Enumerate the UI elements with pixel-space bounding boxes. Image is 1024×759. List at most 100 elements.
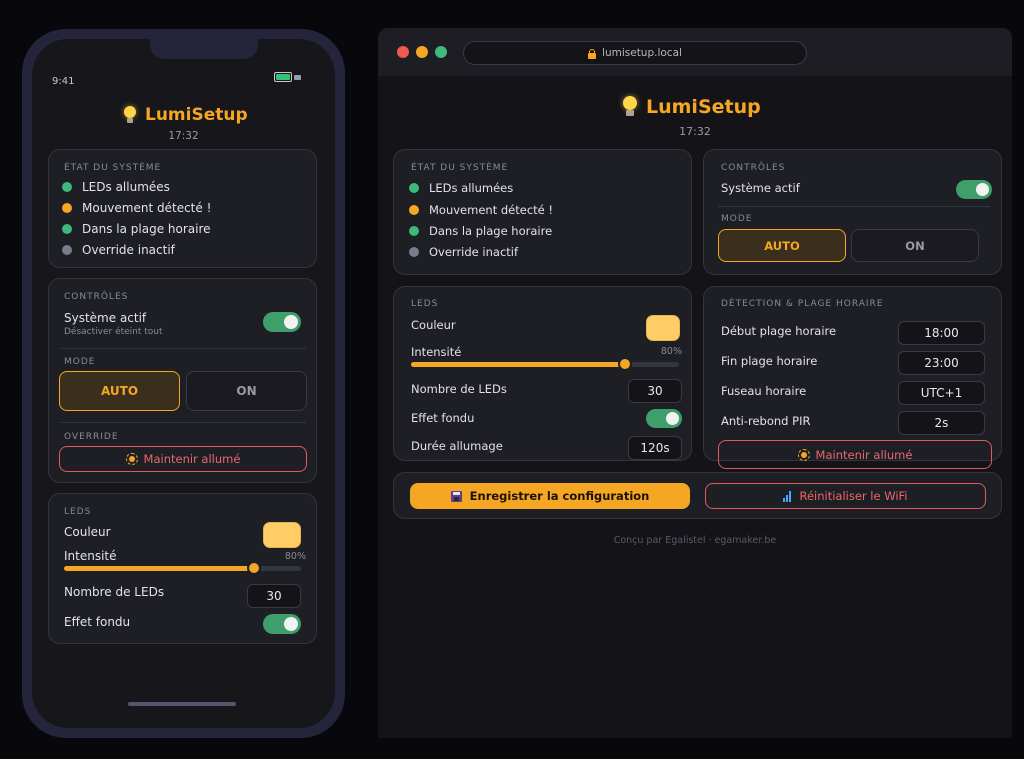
timezone-label: Fuseau horaire [721,384,807,398]
app-clock: 17:32 [679,125,711,138]
leds-card: LEDS Couleur Intensité 80% Nombre de LED… [393,286,692,461]
status-time-range: Dans la plage horaire [409,224,552,238]
status-dot [62,224,72,234]
maximize-window-icon[interactable] [435,46,447,58]
divider [61,422,306,423]
save-config-label: Enregistrer la configuration [469,489,650,503]
led-count-label: Nombre de LEDs [64,585,165,599]
keep-on-label: Maintenir allumé [815,447,913,462]
leds-title: LEDS [64,507,92,517]
system-active-toggle[interactable] [263,312,301,332]
address-bar[interactable]: lumisetup.local [463,41,807,65]
lightbulb-icon [622,96,638,118]
sun-icon [797,448,810,461]
end-time-input[interactable]: 23:00 [898,351,985,375]
keep-on-label: Maintenir allumé [143,452,241,466]
controls-card: CONTRÔLES Système actif Désactiver étein… [48,278,317,483]
reset-wifi-button[interactable]: Réinitialiser le WiFi [705,483,986,509]
browser-window: lumisetup.local LumiSetup 17:32 ÉTAT DU … [378,28,1012,738]
intensity-slider[interactable] [64,561,301,575]
browser-chrome: lumisetup.local [378,28,1012,76]
detection-card: DÉTECTION & PLAGE HORAIRE Début plage ho… [703,286,1002,469]
actions-card: Enregistrer la configuration Réinitialis… [393,472,1002,519]
minimize-window-icon[interactable] [416,46,428,58]
status-override: Override inactif [62,243,175,257]
intensity-knob[interactable] [246,561,261,575]
timezone-select[interactable]: UTC+1 [898,381,985,405]
system-active-label: Système actif [64,311,147,325]
footer-credit: Conçu par Egalistel · egamaker.be [613,535,777,546]
controls-card: CONTRÔLES Système actif MODE AUTO ON [703,149,1002,275]
app-name: LumiSetup [145,105,248,125]
status-dot [62,182,72,192]
color-picker[interactable] [646,315,680,341]
phone-status-time: 9:41 [52,76,75,87]
system-active-toggle[interactable] [956,180,992,199]
divider [718,206,990,207]
status-leds-on: LEDs allumées [62,180,170,194]
led-count-input[interactable]: 30 [628,379,682,403]
phone-notch [150,39,258,59]
status-motion: Mouvement détecté ! [62,201,211,215]
phone-frame: 9:41 LumiSetup 17:32 ÉTAT DU SYSTÈME LED… [22,29,345,738]
system-active-label: Système actif [721,181,800,195]
intensity-fill [411,362,626,367]
fade-toggle[interactable] [646,409,682,428]
system-active-hint: Désactiver éteint tout [64,327,163,337]
intensity-label: Intensité [64,549,117,563]
system-status-card: ÉTAT DU SYSTÈME LEDs allumées Mouvement … [393,149,692,275]
keep-on-button[interactable]: Maintenir allumé [718,440,992,469]
battery-icon [274,72,292,82]
controls-title: CONTRÔLES [64,292,129,302]
save-config-button[interactable]: Enregistrer la configuration [410,483,690,509]
intensity-knob[interactable] [618,357,633,371]
reset-wifi-label: Réinitialiser le WiFi [799,489,908,503]
home-indicator [128,702,236,706]
fade-label: Effet fondu [411,411,475,425]
keep-on-button[interactable]: Maintenir allumé [59,446,307,472]
system-status-title: ÉTAT DU SYSTÈME [411,163,509,173]
debounce-input[interactable]: 2s [898,411,985,435]
intensity-slider[interactable] [411,357,679,371]
color-label: Couleur [64,525,111,539]
intensity-value: 80% [284,551,306,562]
intensity-value: 80% [660,346,682,357]
status-dot [62,203,72,213]
signal-icon [294,75,301,80]
debounce-label: Anti-rebond PIR [721,414,811,428]
app-name: LumiSetup [646,96,761,118]
app-clock: 17:32 [168,130,199,142]
color-label: Couleur [411,318,456,332]
duration-input[interactable]: 120s [628,436,682,460]
status-time-range: Dans la plage horaire [62,222,211,236]
app-title: LumiSetup [622,96,761,118]
wifi-icon [783,490,792,502]
status-dot [409,247,419,257]
status-override: Override inactif [409,245,518,259]
duration-label: Durée allumage [411,439,503,453]
leds-title: LEDS [411,299,439,309]
status-dot [62,245,72,255]
mode-on-button[interactable]: ON [851,229,979,262]
end-time-label: Fin plage horaire [721,354,818,368]
start-time-input[interactable]: 18:00 [898,321,985,345]
mode-on-button[interactable]: ON [186,371,307,411]
status-dot [409,226,419,236]
lock-icon [588,48,597,59]
intensity-fill [64,566,254,571]
status-dot [409,205,419,215]
fade-toggle[interactable] [263,614,301,634]
led-count-label: Nombre de LEDs [411,382,507,396]
lightbulb-icon [123,106,137,124]
mode-title: MODE [64,357,96,367]
mode-auto-button[interactable]: AUTO [59,371,180,411]
close-window-icon[interactable] [397,46,409,58]
color-picker[interactable] [263,522,301,548]
phone-screen: 9:41 LumiSetup 17:32 ÉTAT DU SYSTÈME LED… [32,39,335,728]
status-dot [409,183,419,193]
led-count-input[interactable]: 30 [247,584,301,608]
system-status-card: ÉTAT DU SYSTÈME LEDs allumées Mouvement … [48,149,317,268]
mode-auto-button[interactable]: AUTO [718,229,846,262]
system-status-title: ÉTAT DU SYSTÈME [64,163,162,173]
floppy-icon [450,490,462,502]
